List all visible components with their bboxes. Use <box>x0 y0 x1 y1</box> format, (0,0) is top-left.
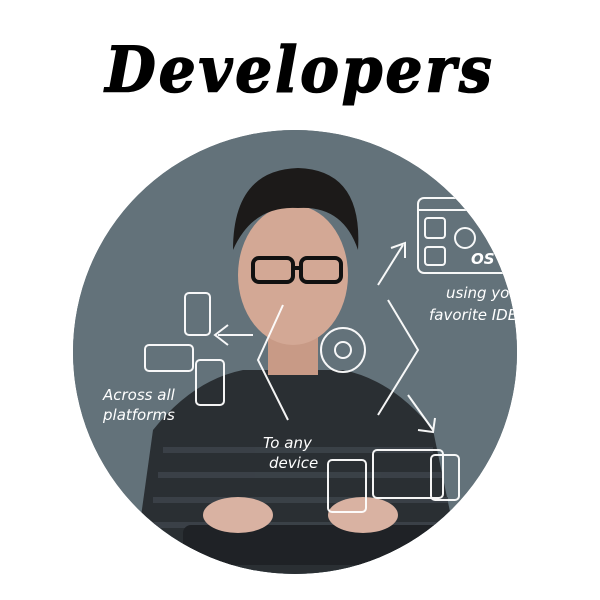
os-badge-label: OS <box>471 250 495 268</box>
page: Developers Across all platforms To any d… <box>0 0 600 600</box>
annotation-platforms-line2: platforms <box>102 406 175 424</box>
annotation-device-line1: To any <box>263 434 313 452</box>
annotation-ide-line2: favorite IDE <box>429 306 517 324</box>
page-title: Developers <box>105 32 495 107</box>
annotation-ide-line1: using your <box>446 284 517 302</box>
annotation-platforms-line1: Across all <box>102 386 176 404</box>
developer-photo-illustration: Across all platforms To any device using… <box>73 130 517 574</box>
developer-photo: Across all platforms To any device using… <box>73 130 517 574</box>
annotation-device-line2: device <box>269 454 318 472</box>
